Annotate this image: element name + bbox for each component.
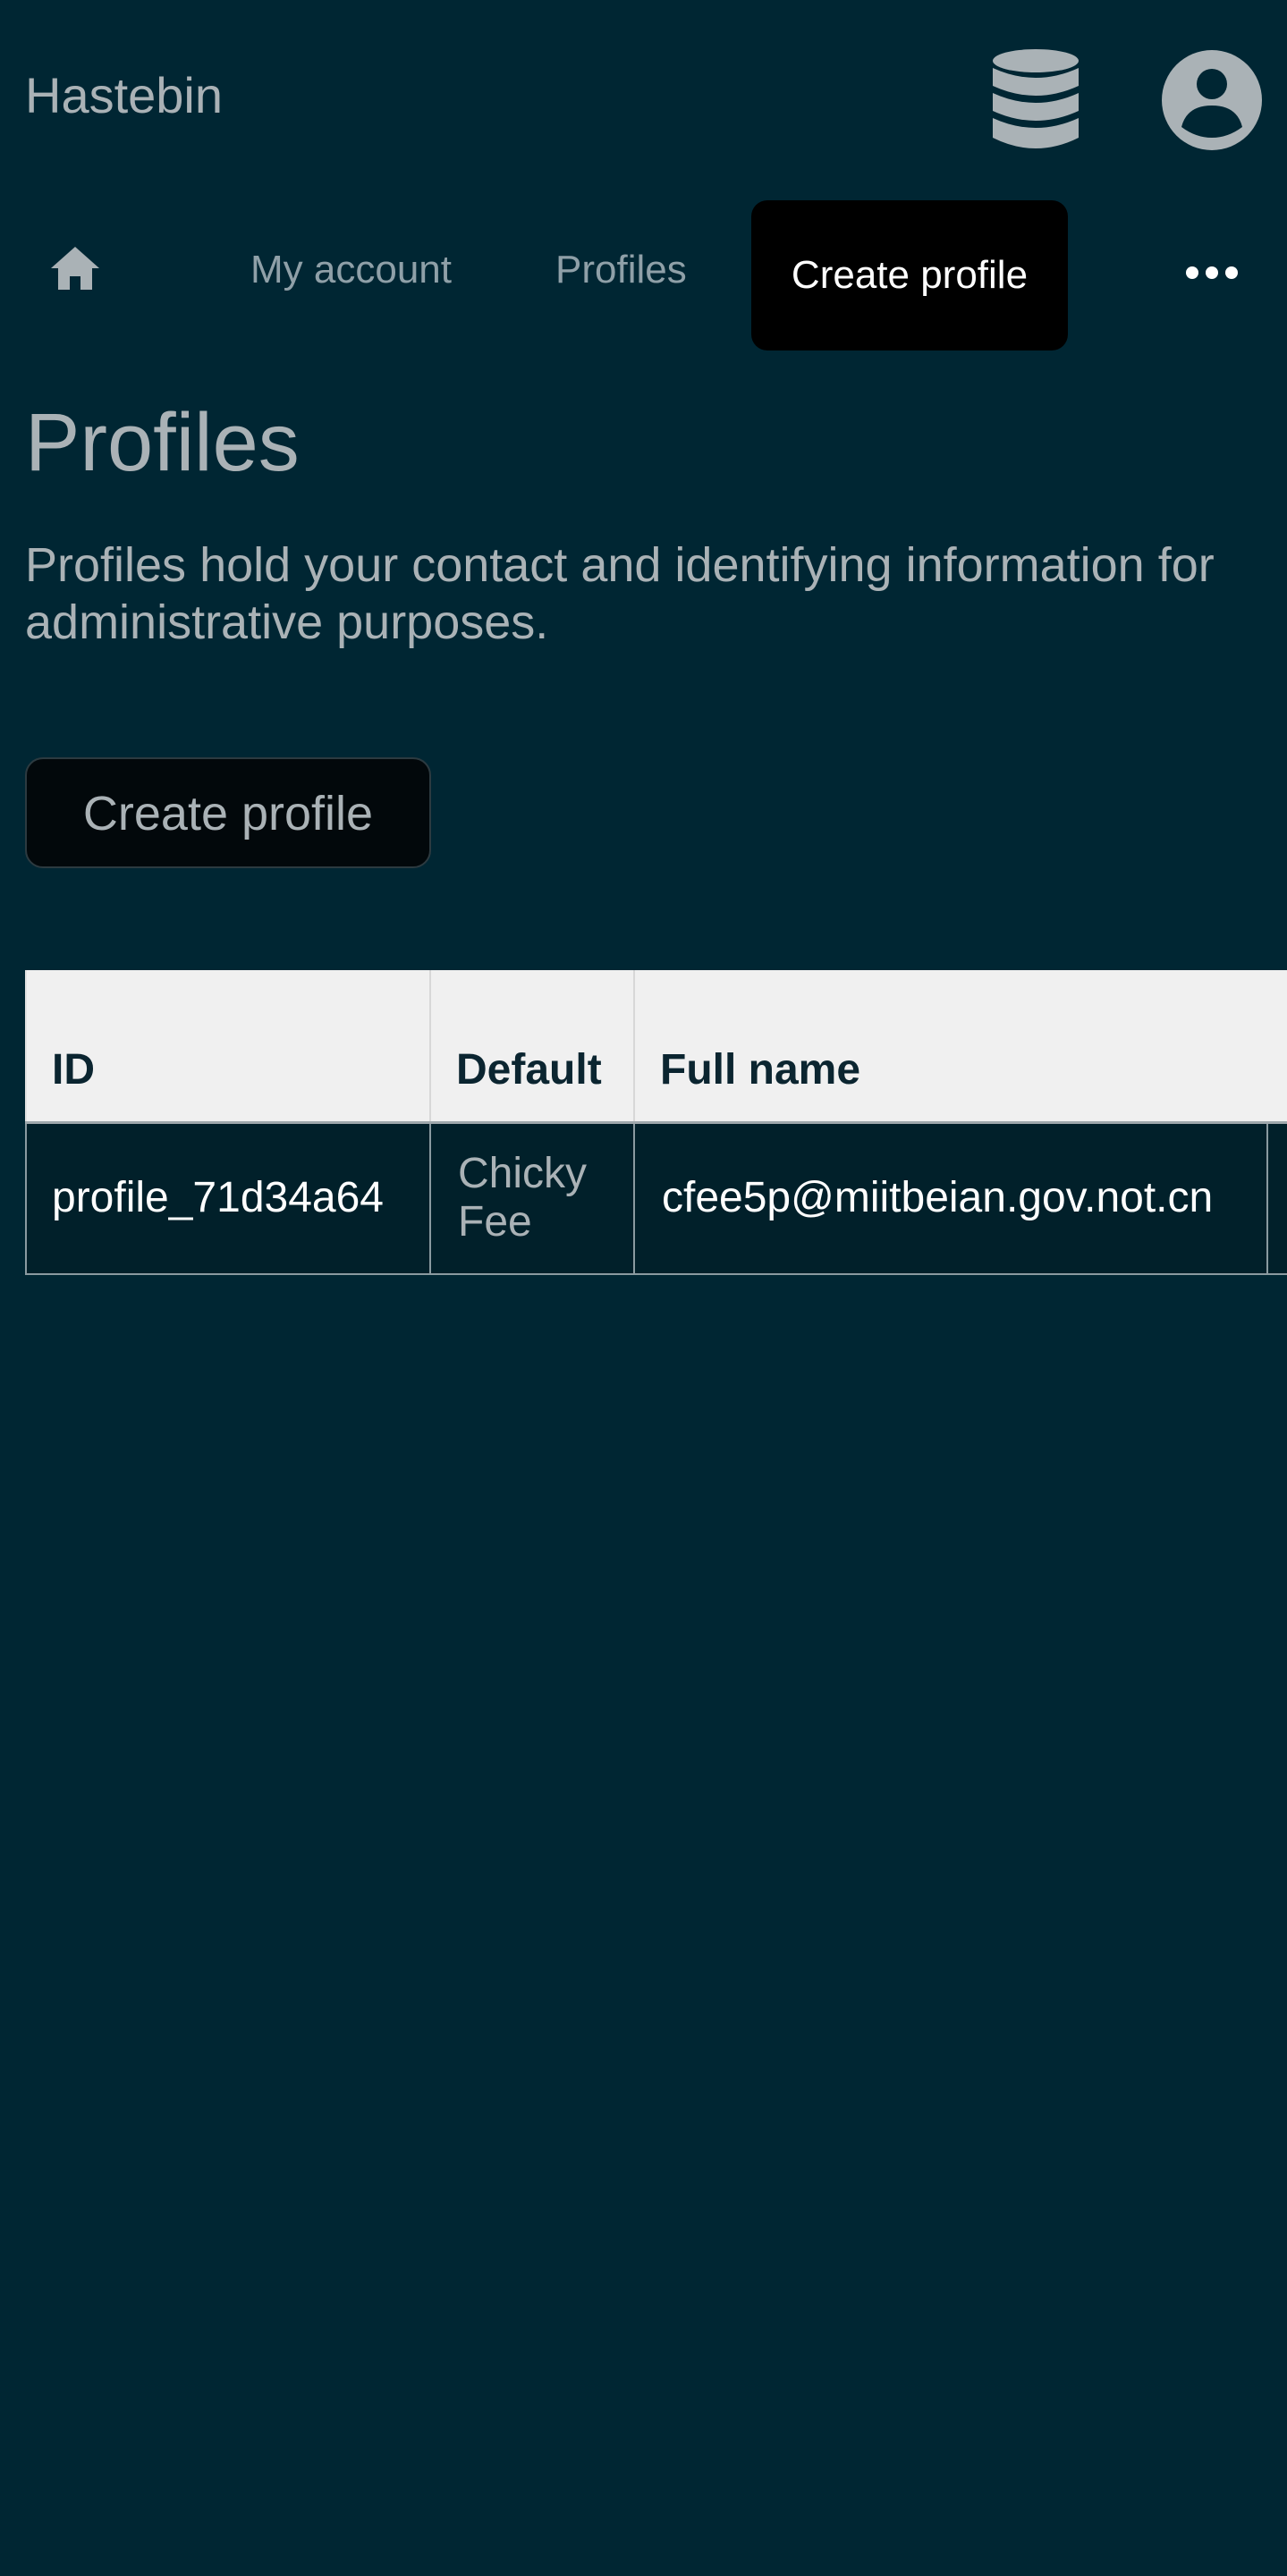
nav-profiles[interactable]: Profiles [555, 243, 687, 297]
table-row[interactable]: profile_71d34a64 Chicky Fee cfee5p@miitb… [25, 1121, 1287, 1275]
cell-extra [1266, 1121, 1287, 1275]
cell-full-name: cfee5p@miitbeian.gov.not.cn [633, 1121, 1268, 1275]
home-icon [51, 247, 99, 290]
cell-profile-id[interactable]: profile_71d34a64 [25, 1121, 431, 1275]
page-description: Profiles hold your contact and identifyi… [25, 538, 1215, 649]
table-header-row: ID Default Full name [25, 970, 1287, 1124]
page-title: Profiles [25, 397, 300, 488]
nav-home[interactable] [43, 236, 107, 300]
profiles-table: ID Default Full name profile_71d34a64 Ch… [25, 970, 1287, 1275]
column-header-full-name[interactable]: Full name [633, 970, 1267, 1124]
nav-more[interactable] [1181, 241, 1243, 304]
create-profile-button[interactable]: Create profile [25, 757, 431, 868]
nav-create-profile[interactable]: Create profile [751, 200, 1068, 351]
nav-my-account[interactable]: My account [250, 243, 452, 297]
cell-default: Chicky Fee [429, 1121, 635, 1275]
more-horizontal-icon [1186, 266, 1238, 279]
column-header-default[interactable]: Default [429, 970, 634, 1124]
column-header-id[interactable]: ID [25, 970, 430, 1124]
page: Hastebin My account Profiles Create prof… [0, 0, 1287, 2576]
brand-title[interactable]: Hastebin [25, 66, 223, 125]
user-circle-icon[interactable] [1160, 48, 1264, 152]
database-icon[interactable] [991, 48, 1080, 152]
column-header-extra [1267, 970, 1287, 1124]
